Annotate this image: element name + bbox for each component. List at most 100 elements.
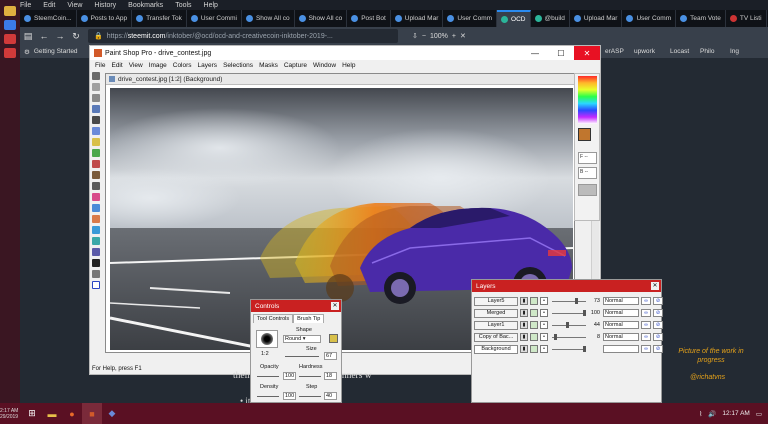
- blend-mode-select[interactable]: Normal: [603, 333, 639, 341]
- blend-mode-select[interactable]: Normal: [603, 321, 639, 329]
- zoom-in-button[interactable]: +: [452, 33, 456, 40]
- psp-menu-colors[interactable]: Colors: [173, 62, 192, 69]
- browser-tab[interactable]: Team Vote: [676, 10, 726, 27]
- hardness-value[interactable]: 18: [324, 372, 337, 380]
- browser-tab[interactable]: Upload Mar: [391, 10, 444, 27]
- lasso-tool-icon[interactable]: [92, 138, 100, 146]
- layer-row[interactable]: Layer1 ▮ • 44 Normal ∞ ⊘: [474, 320, 663, 330]
- layer-group-icon[interactable]: ∞: [641, 321, 651, 329]
- text-tool-icon[interactable]: [92, 259, 100, 267]
- zoom-level[interactable]: 100%: [430, 33, 448, 40]
- crop-tool-icon[interactable]: [92, 105, 100, 113]
- layer-mask-icon[interactable]: ⊘: [653, 321, 663, 329]
- layer-name-button[interactable]: Layer1: [474, 320, 518, 330]
- link-icon[interactable]: •: [540, 345, 548, 353]
- psp-menu-layers[interactable]: Layers: [198, 62, 218, 69]
- volume-icon[interactable]: 🔊: [708, 410, 716, 418]
- paint-brush-icon[interactable]: [92, 171, 100, 179]
- layer-row[interactable]: Merged ▮ • 100 Normal ∞ ⊘: [474, 308, 663, 318]
- zoom-tool-icon[interactable]: [92, 83, 100, 91]
- layer-group-icon[interactable]: ∞: [641, 333, 651, 341]
- line-tool-icon[interactable]: [92, 270, 100, 278]
- bookmark-right-1[interactable]: erASP: [605, 48, 624, 55]
- document-title-bar[interactable]: drive_contest.jpg [1:2] (Background): [106, 74, 574, 85]
- psp-menu-help[interactable]: Help: [342, 62, 355, 69]
- psp-menu-masks[interactable]: Masks: [259, 62, 278, 69]
- brush-options-icon[interactable]: [329, 334, 338, 343]
- close-icon[interactable]: ✕: [460, 32, 466, 40]
- menu-file[interactable]: File: [20, 2, 31, 9]
- psp-menu-view[interactable]: View: [129, 62, 143, 69]
- app-icon[interactable]: ◆: [102, 403, 122, 424]
- layer-name-button[interactable]: Copy of Bac...: [474, 332, 518, 342]
- slider-knob[interactable]: [583, 310, 586, 316]
- file-explorer-icon[interactable]: ▬: [42, 403, 62, 424]
- browser-tab[interactable]: User Comm: [622, 10, 677, 27]
- psp-menu-image[interactable]: Image: [149, 62, 167, 69]
- lock-icon[interactable]: [530, 297, 538, 305]
- zoom-out-button[interactable]: −: [422, 33, 426, 40]
- download-icon[interactable]: ⇩: [412, 32, 418, 40]
- lock-icon[interactable]: [530, 333, 538, 341]
- step-value[interactable]: 40: [324, 392, 337, 400]
- menu-help[interactable]: Help: [204, 2, 218, 9]
- visibility-toggle-icon[interactable]: ▮: [520, 333, 528, 341]
- link-icon[interactable]: •: [540, 297, 548, 305]
- psp-menu-capture[interactable]: Capture: [284, 62, 307, 69]
- folder-icon[interactable]: [4, 6, 16, 16]
- link-icon[interactable]: •: [540, 309, 548, 317]
- picture-tube-icon[interactable]: [92, 226, 100, 234]
- layer-mask-icon[interactable]: ⊘: [653, 333, 663, 341]
- layer-group-icon[interactable]: ∞: [641, 297, 651, 305]
- back-button[interactable]: ←: [36, 29, 52, 43]
- layer-opacity-slider[interactable]: [552, 297, 586, 305]
- color-spectrum[interactable]: [578, 76, 597, 124]
- density-slider[interactable]: [257, 396, 279, 397]
- move-tool-icon[interactable]: [92, 116, 100, 124]
- layer-opacity-slider[interactable]: [552, 333, 586, 341]
- layer-mask-icon[interactable]: ⊘: [653, 297, 663, 305]
- arrow-tool-icon[interactable]: [92, 72, 100, 80]
- bookmark-right-5[interactable]: Ing: [730, 48, 739, 55]
- browser-tab[interactable]: Post Bot: [347, 10, 391, 27]
- dropper-tool-icon[interactable]: [92, 160, 100, 168]
- notification-icon[interactable]: ▭: [756, 410, 762, 418]
- opacity-slider[interactable]: [257, 376, 279, 377]
- layer-mask-icon[interactable]: ⊘: [653, 309, 663, 317]
- layer-opacity-slider[interactable]: [552, 321, 586, 329]
- menu-history[interactable]: History: [94, 2, 116, 9]
- sidebar-toggle-icon[interactable]: ▤: [20, 29, 36, 43]
- link-icon[interactable]: •: [540, 333, 548, 341]
- browser-tab[interactable]: OCD: [497, 10, 531, 27]
- selection-tool-icon[interactable]: [92, 127, 100, 135]
- slider-knob[interactable]: [566, 322, 569, 328]
- airbrush-icon[interactable]: [92, 237, 100, 245]
- browser-tab[interactable]: Transfer Tok: [132, 10, 187, 27]
- layer-group-icon[interactable]: ∞: [641, 345, 651, 353]
- blend-mode-select[interactable]: Normal: [603, 297, 639, 305]
- paint-shop-pro-icon[interactable]: ■: [82, 403, 102, 424]
- slider-knob[interactable]: [575, 298, 578, 304]
- opacity-value[interactable]: 100: [283, 372, 296, 380]
- bookmark-right-2[interactable]: upwork: [634, 48, 655, 55]
- app-icon[interactable]: [4, 20, 16, 30]
- layer-row[interactable]: Copy of Bac... ▮ • 8 Normal ∞ ⊘: [474, 332, 663, 342]
- psp-menu-file[interactable]: File: [95, 62, 105, 69]
- browser-tab[interactable]: User Comm: [443, 10, 498, 27]
- bookmark-getting-started[interactable]: Getting Started: [34, 48, 78, 55]
- bookmark-right-3[interactable]: Locast: [670, 48, 689, 55]
- slider-knob[interactable]: [583, 346, 586, 352]
- app-icon[interactable]: [4, 34, 16, 44]
- size-slider[interactable]: [285, 356, 319, 357]
- visibility-toggle-icon[interactable]: ▮: [520, 309, 528, 317]
- forward-button[interactable]: →: [52, 29, 68, 43]
- browser-tab[interactable]: TV Listi: [726, 10, 767, 27]
- layer-opacity-slider[interactable]: [552, 345, 586, 353]
- layer-group-icon[interactable]: ∞: [641, 309, 651, 317]
- visibility-toggle-icon[interactable]: ▮: [520, 345, 528, 353]
- network-icon[interactable]: ⌇: [699, 410, 702, 418]
- lock-icon[interactable]: [530, 321, 538, 329]
- shape-select[interactable]: Round ▾: [283, 335, 321, 343]
- slider-knob[interactable]: [554, 334, 557, 340]
- lock-icon[interactable]: [530, 309, 538, 317]
